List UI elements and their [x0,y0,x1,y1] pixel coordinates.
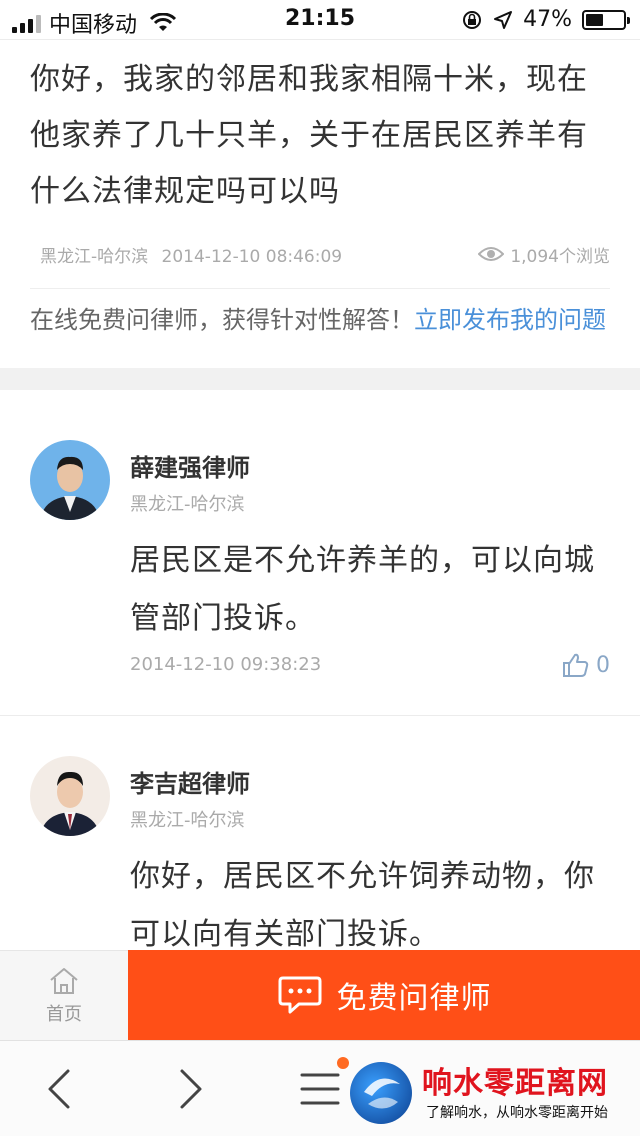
watermark: 响水零距离网 了解响水，从响水零距离开始 [350,1058,640,1128]
location-icon [494,10,513,29]
promo-text: 在线免费问律师，获得针对性解答！ [30,306,414,334]
answer-text: 你好，居民区不允许饲养动物，你可以向有关部门投诉。 [130,859,595,952]
answer-item: 薛建强律师 黑龙江-哈尔滨 居民区是不允许养羊的，可以向城管部门投诉。 2014… [0,390,640,716]
view-count: 1,094个浏览 [478,242,610,267]
home-button[interactable]: 首页 [0,950,128,1040]
divider [30,288,610,289]
eye-icon [478,247,505,261]
question-section: 你好，我家的邻居和我家相隔十米，现在他家养了几十只羊，关于在居民区养羊有什么法律… [0,40,640,339]
watermark-subtitle: 了解响水，从响水零距离开始 [426,1105,608,1121]
question-location: 黑龙江-哈尔滨 [40,246,149,267]
chevron-right-icon[interactable] [170,1067,210,1111]
status-bar: 中国移动 21:15 47% [0,0,640,40]
battery-percent: 47% [523,7,572,32]
view-count-text: 1,094个浏览 [510,246,610,267]
section-gap [0,368,640,390]
bottom-action-bar: 首页 免费问律师 [0,950,640,1040]
home-label: 首页 [46,1003,82,1025]
answer-datetime: 2014-12-10 09:38:23 [130,654,322,675]
promo-banner: 在线免费问律师，获得针对性解答！立即发布我的问题 [30,301,610,339]
answer-item: 李吉超律师 黑龙江-哈尔滨 你好，居民区不允许饲养动物，你可以向有关部门投诉。 [0,716,640,956]
answer-text: 居民区是不允许养羊的，可以向城管部门投诉。 [130,543,595,636]
notification-dot [337,1057,349,1069]
menu-icon[interactable] [298,1069,342,1109]
like-button[interactable]: 0 [562,652,610,678]
question-meta: 黑龙江-哈尔滨 2014-12-10 08:46:09 1,094个浏览 [30,234,610,274]
watermark-logo [350,1062,412,1124]
lawyer-location: 黑龙江-哈尔滨 [130,494,245,515]
like-count: 0 [596,652,610,678]
ask-lawyer-label: 免费问律师 [336,981,492,1016]
lawyer-name[interactable]: 薛建强律师 [130,448,250,483]
question-text: 你好，我家的邻居和我家相隔十米，现在他家养了几十只羊，关于在居民区养羊有什么法律… [30,62,588,209]
lawyer-location: 黑龙江-哈尔滨 [130,810,245,831]
rotation-lock-icon [463,10,482,29]
avatar[interactable] [30,440,110,520]
battery-fill [586,13,603,26]
avatar[interactable] [30,756,110,836]
status-bar-right: 47% [461,7,630,32]
ask-lawyer-button[interactable]: 免费问律师 [128,950,640,1040]
publish-question-link[interactable]: 立即发布我的问题 [414,306,606,334]
chat-bubble-icon [278,976,321,1014]
chevron-left-icon[interactable] [40,1067,80,1111]
watermark-title: 响水零距离网 [422,1066,608,1101]
home-icon [50,967,78,994]
thumbs-up-icon [563,653,589,677]
question-datetime: 2014-12-10 08:46:09 [161,246,343,267]
lawyer-name[interactable]: 李吉超律师 [130,764,250,799]
battery-icon [582,9,630,30]
